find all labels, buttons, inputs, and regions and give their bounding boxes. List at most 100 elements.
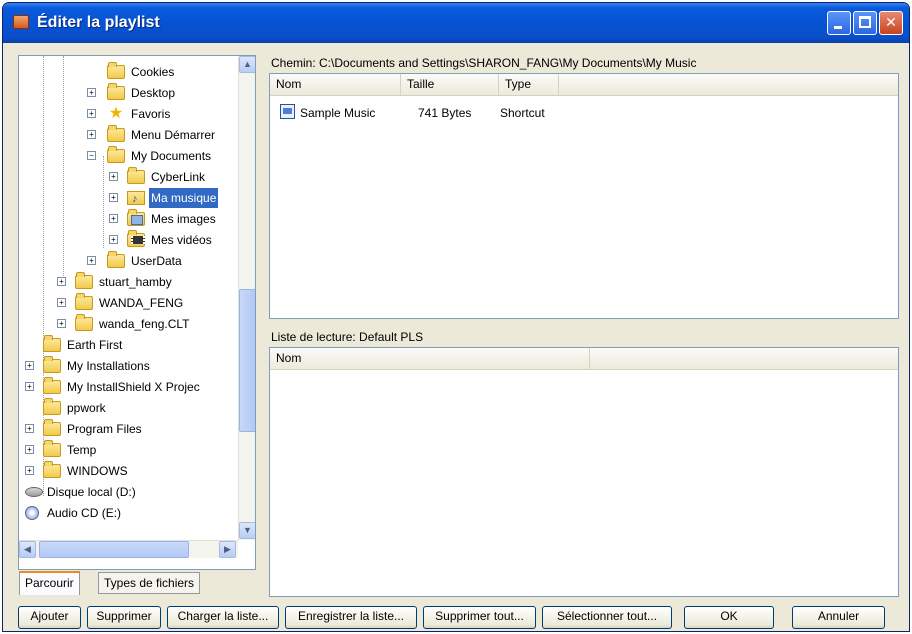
tree-item-label: Disque local (D:) bbox=[47, 485, 136, 499]
tree-horizontal-scrollbar[interactable]: ◀ ▶ bbox=[19, 540, 238, 558]
column-header-name[interactable]: Nom bbox=[270, 74, 401, 96]
save-list-button[interactable]: Enregistrer la liste... bbox=[285, 606, 417, 629]
cancel-button[interactable]: Annuler bbox=[792, 606, 885, 629]
column-header-type[interactable]: Type bbox=[499, 74, 559, 96]
tree-item[interactable]: Cookies bbox=[19, 62, 237, 82]
tree-item-label: WINDOWS bbox=[67, 464, 128, 478]
tab-browse[interactable]: Parcourir bbox=[19, 571, 80, 595]
tree-item[interactable]: + Temp bbox=[19, 440, 237, 460]
column-header-size[interactable]: Taille bbox=[401, 74, 499, 96]
tree-item[interactable]: + Desktop bbox=[19, 83, 237, 103]
tree-item-label: WANDA_FENG bbox=[99, 296, 184, 310]
minimize-button[interactable] bbox=[827, 11, 851, 35]
folder-tree[interactable]: Cookies + Desktop + ★ Favoris + Menu Dém… bbox=[18, 55, 256, 570]
load-list-button[interactable]: Charger la liste... bbox=[167, 606, 279, 629]
tree-item[interactable]: + WANDA_FENG bbox=[19, 293, 237, 313]
expand-icon[interactable]: + bbox=[25, 424, 34, 433]
folder-icon bbox=[75, 314, 93, 331]
scroll-left-button[interactable]: ◀ bbox=[19, 541, 36, 558]
playlist-list-view[interactable]: Nom bbox=[269, 347, 899, 597]
vertical-scroll-thumb[interactable] bbox=[239, 289, 255, 432]
folder-icon bbox=[43, 356, 61, 373]
scroll-up-button[interactable]: ▲ bbox=[239, 56, 255, 73]
app-icon bbox=[13, 15, 29, 29]
file-type: Shortcut bbox=[500, 106, 545, 120]
tree-item[interactable]: + ★ Favoris bbox=[19, 104, 237, 124]
select-all-button[interactable]: Sélectionner tout... bbox=[542, 606, 672, 629]
tree-item[interactable]: + My Installations bbox=[19, 356, 237, 376]
path-label: Chemin: C:\Documents and Settings\SHARON… bbox=[271, 56, 697, 70]
horizontal-scroll-thumb[interactable] bbox=[39, 541, 189, 558]
expand-icon[interactable]: + bbox=[87, 88, 96, 97]
tree-item[interactable]: ppwork bbox=[19, 398, 237, 418]
expand-icon[interactable]: + bbox=[87, 130, 96, 139]
tree-vertical-scrollbar[interactable]: ▲ ▼ bbox=[238, 56, 255, 540]
file-list-header: Nom Taille Type bbox=[270, 74, 898, 96]
music-folder-icon bbox=[127, 189, 145, 209]
remove-button[interactable]: Supprimer bbox=[87, 606, 161, 629]
tree-item[interactable]: + CyberLink bbox=[19, 167, 237, 187]
expand-icon[interactable]: + bbox=[57, 319, 66, 328]
tree-item[interactable]: + My InstallShield X Projec bbox=[19, 377, 237, 397]
tree-item-selected[interactable]: + Ma musique bbox=[19, 188, 237, 209]
folder-icon bbox=[43, 440, 61, 457]
tab-file-types[interactable]: Types de fichiers bbox=[98, 572, 201, 594]
file-list-view[interactable]: Nom Taille Type Sample Music 741 Bytes S… bbox=[269, 73, 899, 319]
folder-icon bbox=[107, 83, 125, 100]
tree-item-label: Mes images bbox=[151, 212, 216, 226]
tree-item-label: Desktop bbox=[131, 86, 176, 100]
scroll-down-button[interactable]: ▼ bbox=[239, 522, 255, 539]
scroll-right-button[interactable]: ▶ bbox=[219, 541, 236, 558]
file-row[interactable]: Sample Music 741 Bytes Shortcut bbox=[270, 104, 898, 122]
tree-item-label: ppwork bbox=[67, 401, 106, 415]
folder-icon bbox=[43, 335, 61, 352]
tree-item-label: Program Files bbox=[67, 422, 142, 436]
ok-button[interactable]: OK bbox=[684, 606, 774, 629]
folder-icon bbox=[43, 461, 61, 478]
tree-item[interactable]: Audio CD (E:) bbox=[19, 503, 237, 523]
tree-item[interactable]: + Program Files bbox=[19, 419, 237, 439]
tree-item[interactable]: − My Documents bbox=[19, 146, 237, 166]
folder-icon bbox=[43, 398, 61, 415]
expand-icon[interactable]: + bbox=[25, 466, 34, 475]
expand-icon[interactable]: + bbox=[109, 193, 118, 202]
expand-icon[interactable]: + bbox=[25, 445, 34, 454]
playlist-editor-window: Éditer la playlist ✕ Cookies + Desktop +… bbox=[2, 2, 910, 632]
tree-item[interactable]: + WINDOWS bbox=[19, 461, 237, 481]
window-title: Éditer la playlist bbox=[37, 14, 160, 31]
expand-icon[interactable]: + bbox=[87, 256, 96, 265]
cd-icon bbox=[25, 506, 39, 520]
expand-icon[interactable]: + bbox=[57, 277, 66, 286]
folder-icon bbox=[107, 125, 125, 142]
maximize-button[interactable] bbox=[853, 11, 877, 35]
tree-item[interactable]: + Mes images bbox=[19, 209, 237, 229]
tree-item[interactable]: + wanda_feng.CLT bbox=[19, 314, 237, 334]
expand-icon[interactable]: + bbox=[25, 382, 34, 391]
expand-icon[interactable]: + bbox=[87, 109, 96, 118]
expand-icon[interactable]: + bbox=[109, 214, 118, 223]
tree-item-label: wanda_feng.CLT bbox=[99, 317, 190, 331]
close-button[interactable]: ✕ bbox=[879, 11, 903, 35]
tree-item[interactable]: Earth First bbox=[19, 335, 237, 355]
tree-item[interactable]: + stuart_hamby bbox=[19, 272, 237, 292]
tree-item[interactable]: + Mes vidéos bbox=[19, 230, 237, 250]
expand-icon[interactable]: + bbox=[109, 172, 118, 181]
title-bar[interactable]: Éditer la playlist ✕ bbox=[3, 3, 909, 43]
expand-icon[interactable]: + bbox=[57, 298, 66, 307]
tree-item[interactable]: Disque local (D:) bbox=[19, 482, 237, 502]
star-folder-icon: ★ bbox=[108, 105, 124, 122]
expand-icon[interactable]: + bbox=[109, 235, 118, 244]
tree-item-label: Ma musique bbox=[149, 188, 219, 208]
add-button[interactable]: Ajouter bbox=[18, 606, 81, 629]
expand-icon[interactable]: + bbox=[25, 361, 34, 370]
collapse-icon[interactable]: − bbox=[87, 151, 96, 160]
playlist-label: Liste de lecture: Default PLS bbox=[271, 330, 424, 344]
tree-item-label: Earth First bbox=[67, 338, 123, 352]
tree-item[interactable]: + Menu Démarrer bbox=[19, 125, 237, 145]
close-icon: ✕ bbox=[885, 14, 897, 30]
shortcut-icon bbox=[280, 104, 295, 119]
remove-all-button[interactable]: Supprimer tout... bbox=[423, 606, 536, 629]
tree-item[interactable]: + UserData bbox=[19, 251, 237, 271]
tree-item-label: Audio CD (E:) bbox=[47, 506, 122, 520]
column-header-name[interactable]: Nom bbox=[270, 348, 590, 370]
